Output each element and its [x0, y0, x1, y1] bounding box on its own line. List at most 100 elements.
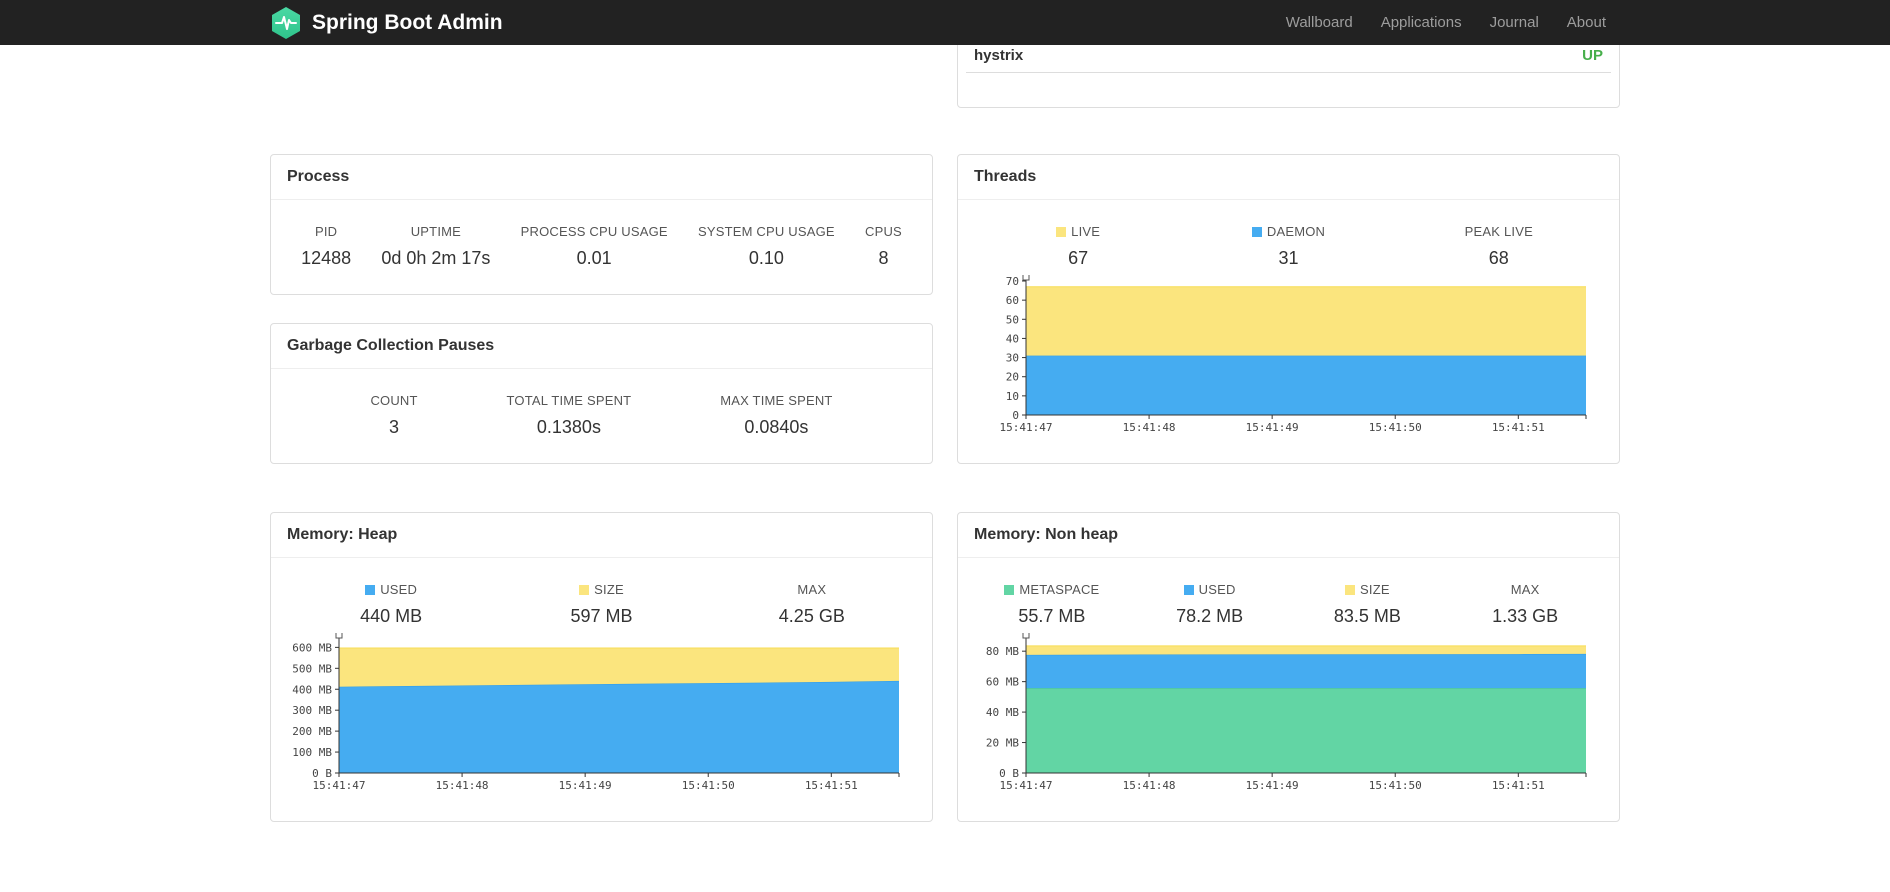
svg-text:10: 10	[1005, 390, 1018, 403]
metric-value: 0.01	[576, 248, 612, 268]
metric-gc-total-time: TOTAL TIME SPENT 0.1380s	[507, 393, 632, 438]
metric-label: TOTAL TIME SPENT	[506, 393, 632, 408]
metric-label: PEAK LIVE	[1464, 224, 1533, 239]
metric-heap-max: MAX 4.25 GB	[707, 582, 917, 627]
svg-text:400 MB: 400 MB	[292, 683, 332, 696]
spring-boot-admin-logo-icon	[272, 6, 300, 39]
memory-nonheap-panel: Memory: Non heap METASPACE 55.7 MB USED …	[957, 512, 1620, 822]
metric-label: UPTIME	[410, 224, 462, 239]
brand-title: Spring Boot Admin	[312, 10, 503, 34]
metric-process-cpu-usage: PROCESS CPU USAGE 0.01	[521, 224, 668, 269]
svg-text:200 MB: 200 MB	[292, 725, 332, 738]
memory-heap-chart: 0 B100 MB200 MB300 MB400 MB500 MB600 MB1…	[292, 633, 899, 792]
threads-legend: LIVE 67 DAEMON 31 PEAK LIVE 68	[958, 200, 1619, 269]
gc-metrics: COUNT 3 TOTAL TIME SPENT 0.1380s MAX TIM…	[271, 369, 932, 438]
memory-heap-panel: Memory: Heap USED 440 MB SIZE 597 MB MAX…	[270, 512, 933, 822]
metric-value: 1.33 GB	[1492, 606, 1559, 626]
svg-text:15:41:50: 15:41:50	[1368, 779, 1421, 792]
metric-nonheap-size: SIZE 83.5 MB	[1289, 582, 1447, 627]
metric-label: SIZE	[1289, 582, 1447, 597]
metric-value: 68	[1488, 248, 1509, 268]
garbage-collection-panel: Garbage Collection Pauses COUNT 3 TOTAL …	[270, 323, 933, 464]
process-metrics: PID 12488 UPTIME 0d 0h 2m 17s PROCESS CP…	[271, 200, 932, 269]
metric-nonheap-max: MAX 1.33 GB	[1446, 582, 1604, 627]
size-swatch	[1345, 585, 1356, 595]
memory-nonheap-chart: 0 B20 MB40 MB60 MB80 MB15:41:47 15:41:48 1…	[985, 633, 1586, 792]
right-column: hystrix UP Threads LIVE 67 DAEMON 31 PEA…	[957, 0, 1620, 822]
metric-value: 597 MB	[570, 606, 633, 626]
metric-label: MAX	[797, 582, 827, 597]
metric-value: 3	[389, 417, 400, 437]
metric-value: 31	[1278, 248, 1299, 268]
metric-value: 78.2 MB	[1176, 606, 1244, 626]
svg-text:15:41:47: 15:41:47	[312, 779, 365, 792]
metric-label: DAEMON	[1183, 224, 1393, 239]
metric-heap-size: SIZE 597 MB	[496, 582, 706, 627]
brand-link[interactable]: Spring Boot Admin	[270, 6, 503, 40]
svg-text:15:41:48: 15:41:48	[1122, 779, 1175, 792]
svg-text:15:41:50: 15:41:50	[681, 779, 734, 792]
metric-value: 0.10	[748, 248, 784, 268]
content-area: Process PID 12488 UPTIME 0d 0h 2m 17s PR…	[270, 0, 1620, 822]
health-service-name: hystrix	[974, 46, 1024, 64]
memory-heap-panel-title: Memory: Heap	[271, 513, 932, 558]
left-column: Process PID 12488 UPTIME 0d 0h 2m 17s PR…	[270, 45, 933, 822]
metric-label: LIVE	[973, 224, 1183, 239]
metric-label: USED	[1131, 582, 1289, 597]
used-swatch	[1183, 585, 1194, 595]
memory-heap-legend: USED 440 MB SIZE 597 MB MAX 4.25 GB	[271, 558, 932, 627]
metric-value: 440 MB	[360, 606, 423, 626]
metric-label: SYSTEM CPU USAGE	[697, 224, 835, 239]
nav-item-applications[interactable]: Applications	[1367, 0, 1476, 45]
memory-nonheap-panel-title: Memory: Non heap	[958, 513, 1619, 558]
nav-links: Wallboard Applications Journal About	[1272, 0, 1620, 45]
memory-nonheap-legend: METASPACE 55.7 MB USED 78.2 MB SIZE 83.5…	[958, 558, 1619, 627]
live-swatch	[1056, 227, 1067, 237]
top-navbar: Spring Boot Admin Wallboard Applications…	[0, 0, 1890, 45]
metric-value: 8	[878, 248, 889, 268]
svg-text:60 MB: 60 MB	[985, 676, 1018, 689]
metric-value: 12488	[301, 248, 352, 268]
svg-text:30: 30	[1005, 352, 1018, 365]
daemon-swatch	[1251, 227, 1262, 237]
svg-text:70: 70	[1005, 275, 1018, 288]
svg-text:100 MB: 100 MB	[292, 746, 332, 759]
svg-text:15:41:49: 15:41:49	[1245, 421, 1298, 434]
metric-threads-peak-live: PEAK LIVE 68	[1394, 224, 1604, 269]
process-panel-title: Process	[271, 155, 932, 200]
svg-text:15:41:48: 15:41:48	[435, 779, 488, 792]
metric-uptime: UPTIME 0d 0h 2m 17s	[381, 224, 490, 269]
threads-panel-title: Threads	[958, 155, 1619, 200]
nav-item-about[interactable]: About	[1553, 0, 1620, 45]
svg-text:50: 50	[1005, 313, 1018, 326]
svg-text:80 MB: 80 MB	[985, 645, 1018, 658]
metric-label: COUNT	[370, 393, 418, 408]
metric-value: 0d 0h 2m 17s	[381, 248, 491, 268]
process-panel: Process PID 12488 UPTIME 0d 0h 2m 17s PR…	[270, 154, 933, 295]
metaspace-swatch	[1004, 585, 1015, 595]
svg-text:15:41:51: 15:41:51	[1491, 779, 1544, 792]
metric-value: 0.1380s	[536, 417, 601, 437]
svg-text:15:41:48: 15:41:48	[1122, 421, 1175, 434]
metric-cpus: CPUS 8	[865, 224, 902, 269]
metric-pid: PID 12488	[301, 224, 351, 269]
threads-chart: 01020304050607015:41:47 15:41:48 15:41:49 1…	[999, 275, 1586, 434]
metric-value: 55.7 MB	[1018, 606, 1086, 626]
metric-label: MAX	[1510, 582, 1540, 597]
nav-item-wallboard[interactable]: Wallboard	[1272, 0, 1367, 45]
metric-system-cpu-usage: SYSTEM CPU USAGE 0.10	[698, 224, 835, 269]
svg-text:15:41:49: 15:41:49	[1245, 779, 1298, 792]
metric-nonheap-used: USED 78.2 MB	[1131, 582, 1289, 627]
nav-item-journal[interactable]: Journal	[1476, 0, 1553, 45]
svg-text:60: 60	[1005, 294, 1018, 307]
navbar-inner: Spring Boot Admin Wallboard Applications…	[270, 0, 1620, 45]
metric-nonheap-metaspace: METASPACE 55.7 MB	[973, 582, 1131, 627]
metric-value: 83.5 MB	[1333, 606, 1401, 626]
size-swatch	[579, 585, 590, 595]
metric-label: PROCESS CPU USAGE	[520, 224, 668, 239]
svg-text:20: 20	[1005, 371, 1018, 384]
svg-text:15:41:51: 15:41:51	[1491, 421, 1544, 434]
svg-text:15:41:47: 15:41:47	[999, 421, 1052, 434]
metric-threads-daemon: DAEMON 31	[1183, 224, 1393, 269]
svg-text:40 MB: 40 MB	[985, 706, 1018, 719]
